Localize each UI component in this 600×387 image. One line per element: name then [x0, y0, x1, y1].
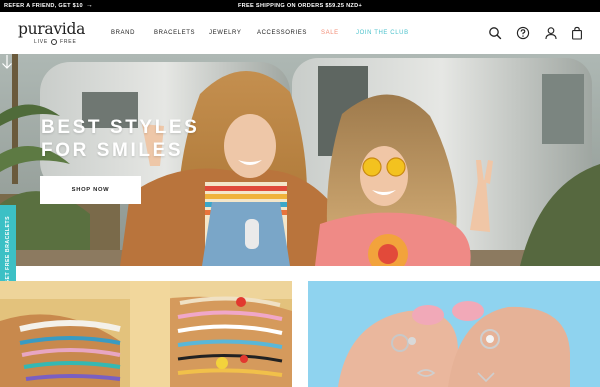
- help-icon[interactable]: [515, 25, 531, 41]
- rings-promo-tile[interactable]: [308, 281, 600, 387]
- bag-icon[interactable]: [569, 25, 585, 41]
- hero-title: BEST STYLES FOR SMILES: [41, 116, 199, 162]
- hero-banner: BEST STYLES FOR SMILES SHOP NOW: [0, 54, 600, 266]
- announcement-bar: REFER A FRIEND, GET $10 → FREE SHIPPING …: [0, 0, 600, 12]
- account-icon[interactable]: [543, 25, 559, 41]
- arrow-down-icon[interactable]: [0, 54, 14, 70]
- shop-now-button[interactable]: SHOP NOW: [40, 176, 141, 204]
- hero-title-line-2: FOR SMILES: [41, 140, 184, 161]
- rings-photo: [308, 281, 600, 387]
- site-header: puravida LIVE FREE BRAND BRACELETS JEWEL…: [0, 12, 600, 54]
- side-tab-label: GET FREE BRACELETS: [5, 215, 11, 285]
- hero-title-line-1: BEST STYLES: [41, 117, 200, 138]
- bracelets-promo-tile[interactable]: [0, 281, 292, 387]
- header-icons: [0, 25, 600, 41]
- free-shipping-message: FREE SHIPPING ON ORDERS $59.25 NZD+: [237, 3, 363, 9]
- search-icon[interactable]: [487, 25, 503, 41]
- bracelets-photo: [0, 281, 292, 387]
